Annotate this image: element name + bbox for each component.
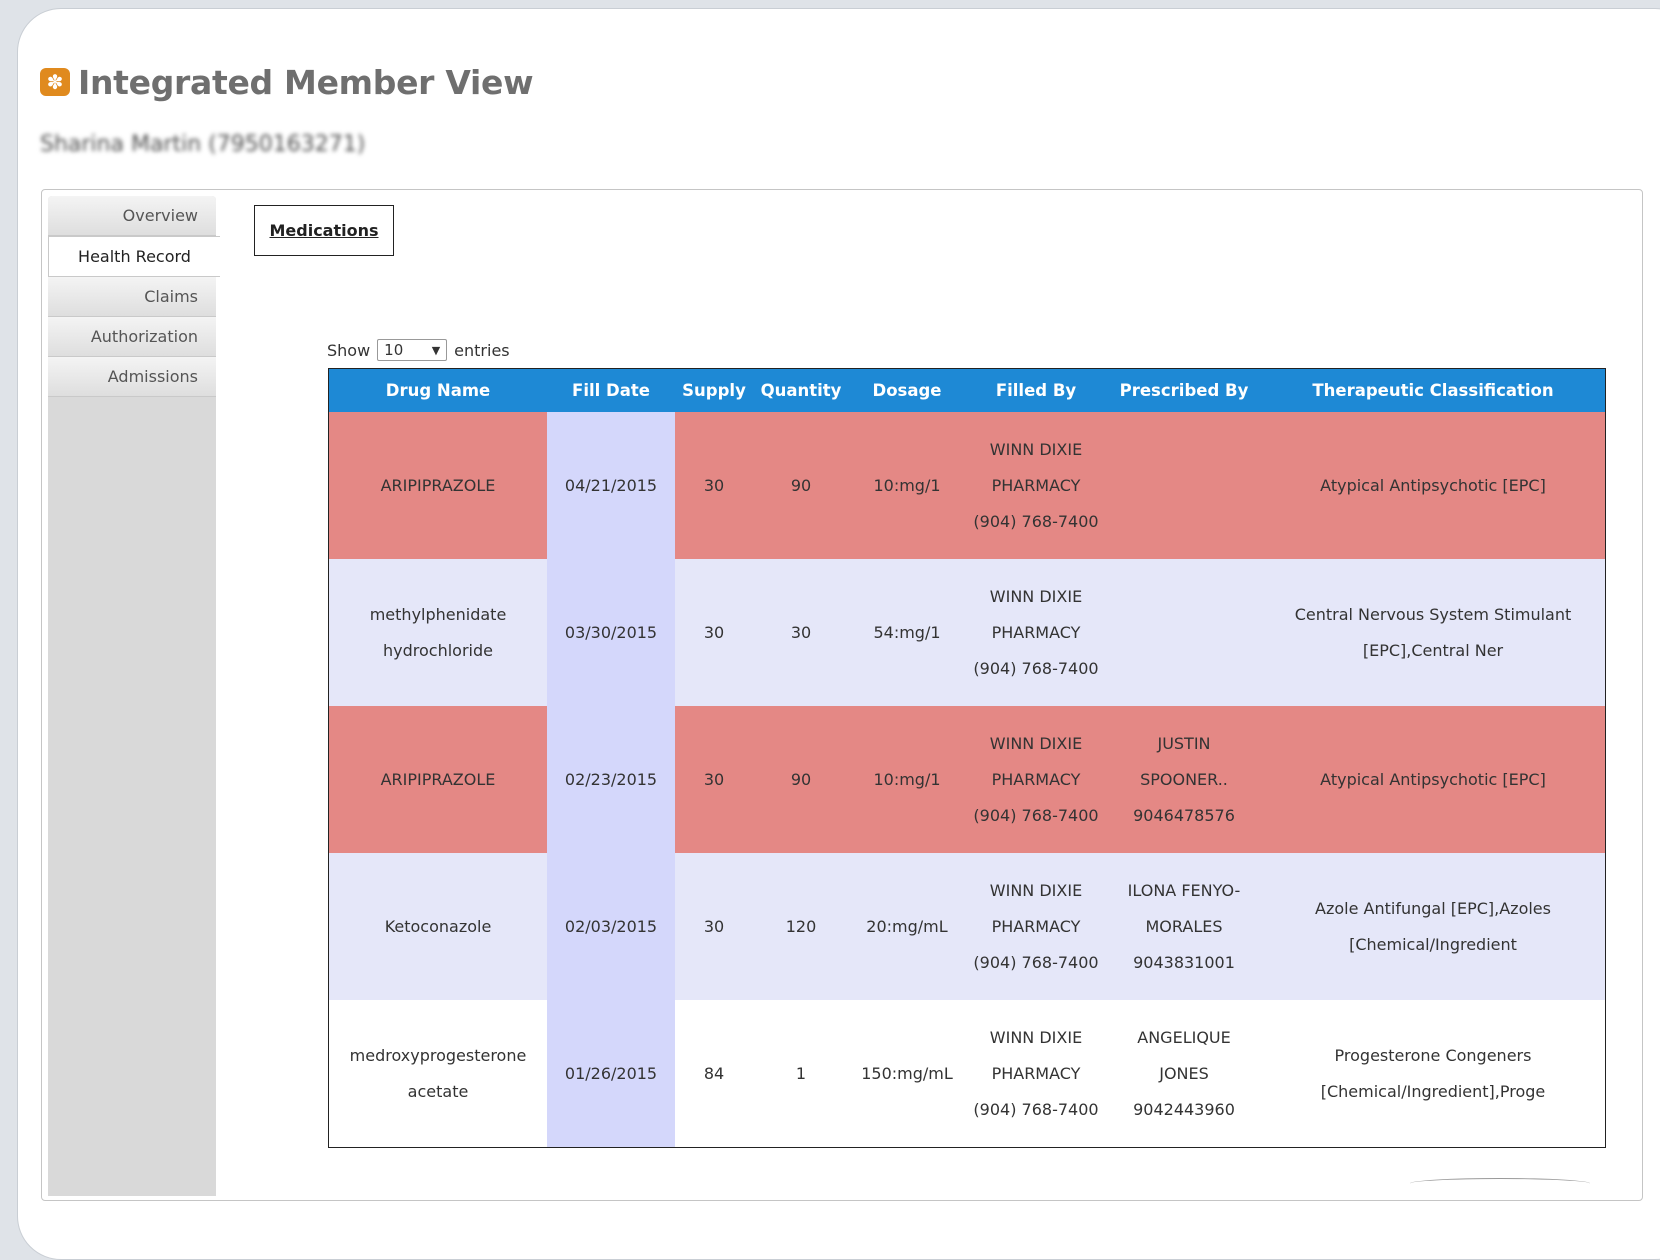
cell-quantity: 1	[753, 1000, 849, 1147]
column-header-supply[interactable]: Supply	[675, 369, 753, 412]
column-header-drug-name[interactable]: Drug Name	[329, 369, 547, 412]
column-header-fill-date[interactable]: Fill Date	[547, 369, 675, 412]
cell-supply: 30	[675, 559, 753, 706]
tab-medications[interactable]: Medications	[254, 205, 394, 256]
cell-drug-name: ARIPIPRAZOLE	[329, 706, 547, 853]
medications-table: Drug Name Fill Date Supply Quantity Dosa…	[328, 368, 1606, 1148]
cell-dosage: 10:mg/1	[849, 706, 965, 853]
cell-drug-name: ARIPIPRAZOLE	[329, 412, 547, 559]
member-name: Sharina Martin (7950163271)	[40, 132, 366, 157]
cell-drug-name: medroxyprogesterone acetate	[329, 1000, 547, 1147]
cell-prescribed-by: ILONA FENYO-MORALES 9043831001	[1107, 853, 1261, 1000]
cell-dosage: 20:mg/mL	[849, 853, 965, 1000]
column-header-therapeutic-classification[interactable]: Therapeutic Classification	[1261, 369, 1605, 412]
entries-control: Show 10 ▼ entries	[327, 339, 510, 361]
sidebar-item-claims[interactable]: Claims	[48, 277, 216, 317]
column-header-quantity[interactable]: Quantity	[753, 369, 849, 412]
cell-classification: Central Nervous System Stimulant [EPC],C…	[1261, 559, 1605, 706]
cell-quantity: 120	[753, 853, 849, 1000]
cell-filled-by: WINN DIXIE PHARMACY (904) 768-7400	[965, 853, 1107, 1000]
cell-quantity: 90	[753, 706, 849, 853]
cell-dosage: 150:mg/mL	[849, 1000, 965, 1147]
cell-classification: Atypical Antipsychotic [EPC]	[1261, 412, 1605, 559]
cell-prescribed-by	[1107, 559, 1261, 706]
column-header-filled-by[interactable]: Filled By	[965, 369, 1107, 412]
cell-filled-by: WINN DIXIE PHARMACY (904) 768-7400	[965, 559, 1107, 706]
cell-supply: 30	[675, 853, 753, 1000]
table-row[interactable]: Ketoconazole 02/03/2015 30 120 20:mg/mL …	[329, 853, 1605, 1000]
cell-drug-name: methylphenidate hydrochloride	[329, 559, 547, 706]
table-row[interactable]: methylphenidate hydrochloride 03/30/2015…	[329, 559, 1605, 706]
sidebar-item-health-record[interactable]: Health Record	[48, 236, 220, 277]
cell-fill-date: 03/30/2015	[547, 559, 675, 706]
cell-drug-name: Ketoconazole	[329, 853, 547, 1000]
cell-fill-date: 02/03/2015	[547, 853, 675, 1000]
entries-select[interactable]: 10 ▼	[377, 339, 448, 361]
sidebar-item-overview[interactable]: Overview	[48, 196, 216, 236]
cell-quantity: 90	[753, 412, 849, 559]
table-row[interactable]: ARIPIPRAZOLE 02/23/2015 30 90 10:mg/1 WI…	[329, 706, 1605, 853]
pagination-hint	[1410, 1178, 1590, 1189]
cell-prescribed-by: ANGELIQUE JONES 9042443960	[1107, 1000, 1261, 1147]
cell-classification: Progesterone Congeners [Chemical/Ingredi…	[1261, 1000, 1605, 1147]
sidebar-item-admissions[interactable]: Admissions	[48, 357, 216, 397]
column-header-prescribed-by[interactable]: Prescribed By	[1107, 369, 1261, 412]
cell-filled-by: WINN DIXIE PHARMACY (904) 768-7400	[965, 706, 1107, 853]
app-logo-icon: ✽	[40, 68, 70, 96]
cell-supply: 30	[675, 412, 753, 559]
dropdown-arrow-icon: ▼	[431, 343, 441, 357]
cell-supply: 84	[675, 1000, 753, 1147]
column-header-dosage[interactable]: Dosage	[849, 369, 965, 412]
table-header-row: Drug Name Fill Date Supply Quantity Dosa…	[329, 369, 1605, 412]
cell-filled-by: WINN DIXIE PHARMACY (904) 768-7400	[965, 412, 1107, 559]
sidebar-nav: Overview Health Record Claims Authorizat…	[48, 196, 220, 1196]
page-header: ✽ Integrated Member View	[40, 62, 534, 102]
cell-classification: Atypical Antipsychotic [EPC]	[1261, 706, 1605, 853]
cell-dosage: 54:mg/1	[849, 559, 965, 706]
cell-fill-date: 04/21/2015	[547, 412, 675, 559]
cell-dosage: 10:mg/1	[849, 412, 965, 559]
entries-suffix: entries	[454, 340, 510, 360]
cell-prescribed-by: JUSTIN SPOONER.. 9046478576	[1107, 706, 1261, 853]
cell-filled-by: WINN DIXIE PHARMACY (904) 768-7400	[965, 1000, 1107, 1147]
cell-quantity: 30	[753, 559, 849, 706]
cell-classification: Azole Antifungal [EPC],Azoles [Chemical/…	[1261, 853, 1605, 1000]
show-label: Show	[327, 340, 371, 360]
table-row[interactable]: medroxyprogesterone acetate 01/26/2015 8…	[329, 1000, 1605, 1147]
table-row[interactable]: ARIPIPRAZOLE 04/21/2015 30 90 10:mg/1 WI…	[329, 412, 1605, 559]
cell-prescribed-by	[1107, 412, 1261, 559]
cell-fill-date: 02/23/2015	[547, 706, 675, 853]
page-title: Integrated Member View	[78, 62, 534, 102]
cell-supply: 30	[675, 706, 753, 853]
cell-fill-date: 01/26/2015	[547, 1000, 675, 1147]
entries-value: 10	[384, 341, 404, 359]
sidebar-item-authorization[interactable]: Authorization	[48, 317, 216, 357]
